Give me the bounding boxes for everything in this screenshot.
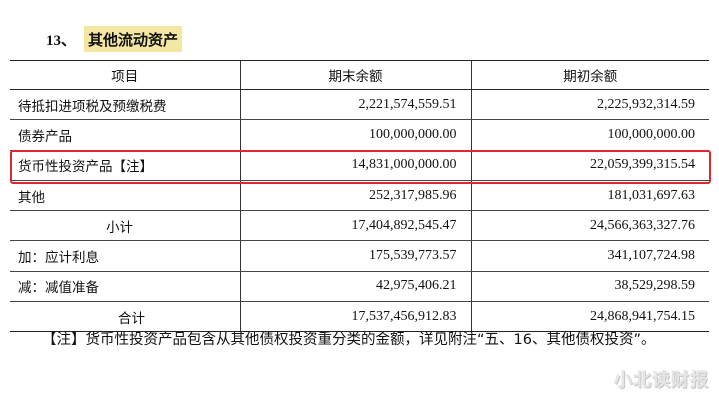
table-row: 加：应计利息 175,539,773.57 341,107,724.98 — [10, 240, 709, 272]
table-header-row: 项目 期末余额 期初余额 — [10, 60, 709, 90]
header-period-begin: 期初余额 — [470, 60, 709, 90]
row-begin-balance: 22,059,399,315.54 — [470, 150, 709, 181]
table-row: 待抵扣进项税及预缴税费 2,221,574,559.51 2,225,932,3… — [10, 89, 709, 121]
section-heading: 其他流动资产 — [84, 26, 183, 52]
row-begin-balance: 24,566,363,327.76 — [470, 210, 709, 242]
row-begin-balance: 181,031,697.63 — [470, 180, 709, 212]
row-end-balance: 175,539,773.57 — [239, 240, 472, 272]
row-begin-balance: 341,107,724.98 — [470, 240, 709, 272]
row-label: 加：应计利息 — [10, 240, 241, 272]
header-period-end: 期末余额 — [239, 60, 472, 90]
row-end-balance: 17,404,892,545.47 — [239, 210, 472, 242]
table-row: 其他 252,317,985.96 181,031,697.63 — [10, 180, 709, 212]
other-current-assets-table: 项目 期末余额 期初余额 待抵扣进项税及预缴税费 2,221,574,559.5… — [10, 60, 709, 333]
row-end-balance: 42,975,406.21 — [239, 271, 472, 303]
row-label: 债券产品 — [10, 119, 241, 151]
row-end-balance: 100,000,000.00 — [239, 119, 472, 151]
watermark: 小北读财报 — [614, 370, 709, 391]
row-end-balance: 14,831,000,000.00 — [239, 150, 472, 181]
row-end-balance: 2,221,574,559.51 — [239, 89, 472, 121]
row-begin-balance: 100,000,000.00 — [470, 119, 709, 151]
table-row: 债券产品 100,000,000.00 100,000,000.00 — [10, 119, 709, 151]
table-row-subtotal: 小计 17,404,892,545.47 24,566,363,327.76 — [10, 210, 709, 242]
row-label: 其他 — [10, 180, 241, 212]
row-label: 待抵扣进项税及预缴税费 — [10, 89, 241, 121]
row-begin-balance: 38,529,298.59 — [470, 271, 709, 303]
row-end-balance: 252,317,985.96 — [239, 180, 472, 212]
row-label: 小计 — [10, 210, 241, 242]
row-begin-balance: 2,225,932,314.59 — [470, 89, 709, 121]
table-footnote: 【注】货币性投资产品包含从其他债权投资重分类的金额，详见附注“五、16、其他债权… — [42, 332, 656, 348]
section-title: 13、 其他流动资产 — [46, 26, 183, 52]
table-row: 减：减值准备 42,975,406.21 38,529,298.59 — [10, 271, 709, 303]
row-label: 货币性投资产品【注】 — [10, 150, 241, 181]
table-row-highlighted: 货币性投资产品【注】 14,831,000,000.00 22,059,399,… — [10, 150, 709, 181]
row-label: 减：减值准备 — [10, 271, 241, 303]
header-item: 项目 — [10, 60, 241, 90]
section-number: 13、 — [46, 32, 77, 49]
